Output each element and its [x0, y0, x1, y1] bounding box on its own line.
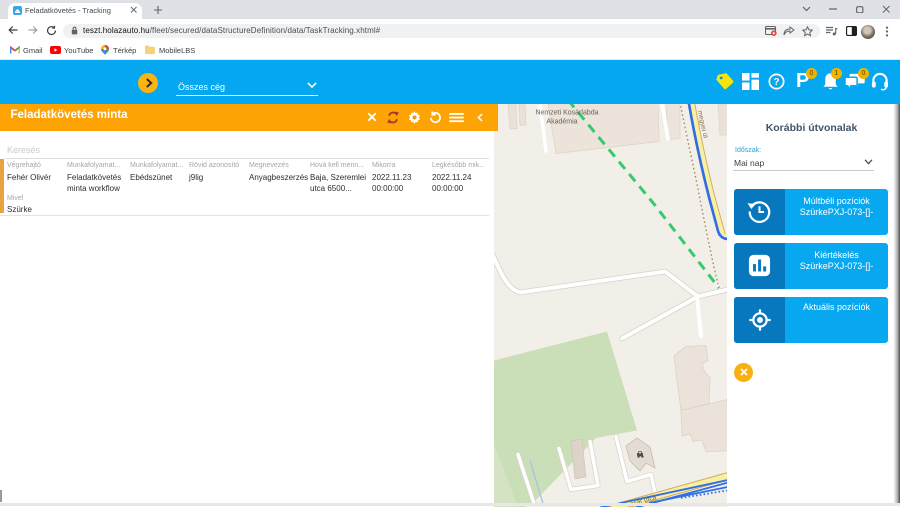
svg-text:Nemzeti Kosárlabda: Nemzeti Kosárlabda: [535, 109, 598, 116]
svg-text:Akadémia: Akadémia: [546, 118, 577, 125]
svg-text:?: ?: [773, 77, 779, 88]
